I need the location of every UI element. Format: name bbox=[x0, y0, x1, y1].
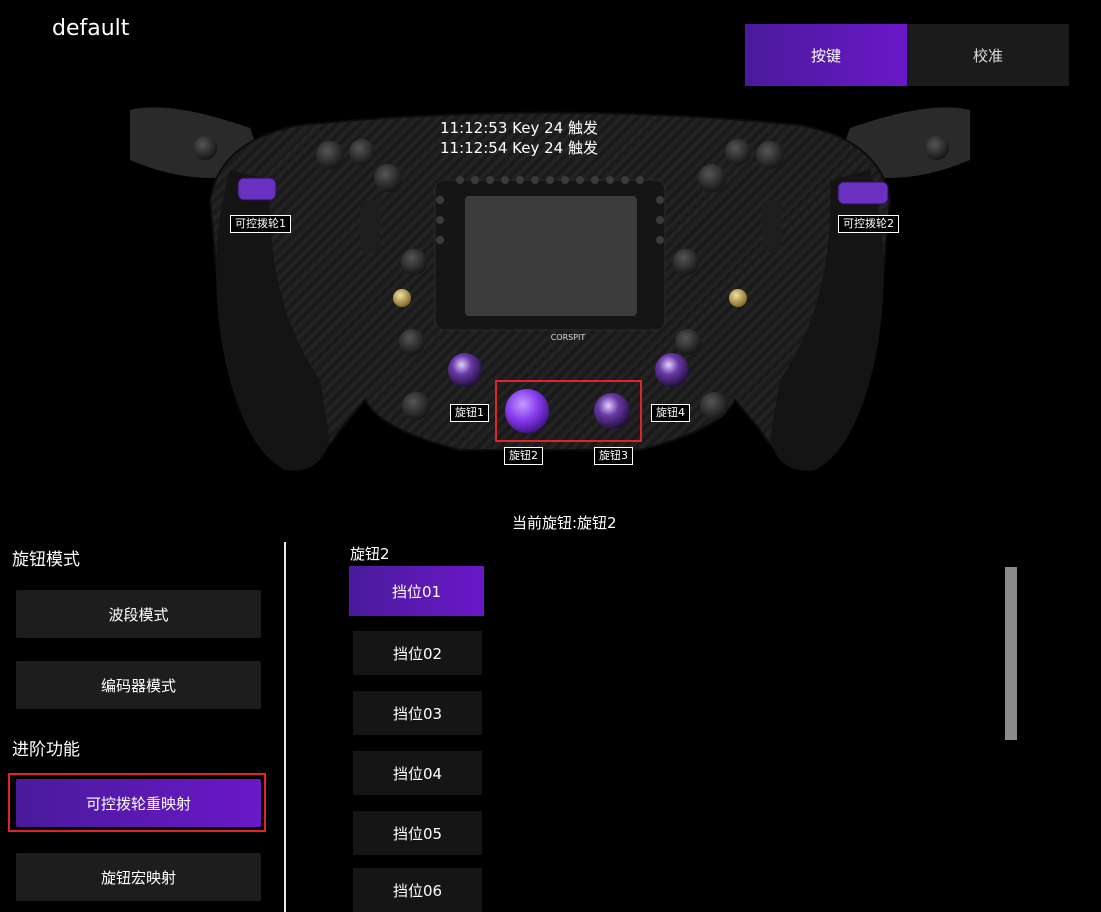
panel-divider bbox=[284, 542, 286, 912]
position-item[interactable]: 挡位04 bbox=[353, 751, 482, 795]
wheel-display bbox=[465, 196, 637, 316]
label-paddle-2[interactable]: 可控拨轮2 bbox=[838, 215, 899, 233]
controllable-paddle-2 bbox=[837, 181, 889, 205]
brand-logo: CORSPIT bbox=[551, 333, 586, 342]
steering-wheel-illustration: CORSPIT bbox=[130, 107, 970, 471]
band-mode-button[interactable]: 波段模式 bbox=[16, 590, 261, 638]
label-knob-4[interactable]: 旋钮4 bbox=[651, 404, 690, 422]
knob-3 bbox=[594, 393, 630, 429]
controllable-paddle-1 bbox=[237, 177, 277, 201]
position-item[interactable]: 挡位03 bbox=[353, 691, 482, 735]
label-knob-2[interactable]: 旋钮2 bbox=[504, 447, 543, 465]
event-log: 11:12:53 Key 24 触发 11:12:54 Key 24 触发 bbox=[440, 118, 598, 158]
position-item[interactable]: 挡位05 bbox=[353, 811, 482, 855]
knob-macro-button[interactable]: 旋钮宏映射 bbox=[16, 853, 261, 901]
steering-wheel-view: CORSPIT 可控拨轮1 可控拨轮2 旋钮1 旋钮2 旋钮3 旋钮4 bbox=[0, 0, 1101, 510]
label-knob-3[interactable]: 旋钮3 bbox=[594, 447, 633, 465]
remap-highlight-frame bbox=[8, 773, 266, 832]
current-knob-indicator: 当前旋钮:旋钮2 bbox=[512, 514, 617, 532]
label-paddle-1[interactable]: 可控拨轮1 bbox=[230, 215, 291, 233]
position-item[interactable]: 挡位01 bbox=[349, 566, 484, 616]
encoder-mode-button[interactable]: 编码器模式 bbox=[16, 661, 261, 709]
position-item[interactable]: 挡位02 bbox=[353, 631, 482, 675]
advanced-title: 进阶功能 bbox=[12, 740, 80, 760]
knob-1 bbox=[448, 353, 482, 387]
label-knob-1[interactable]: 旋钮1 bbox=[450, 404, 489, 422]
position-list-title: 旋钮2 bbox=[350, 545, 390, 563]
position-item[interactable]: 挡位06 bbox=[353, 868, 482, 912]
event-log-line: 11:12:53 Key 24 触发 bbox=[440, 119, 598, 137]
event-log-line: 11:12:54 Key 24 触发 bbox=[440, 139, 598, 157]
knob-4 bbox=[655, 353, 689, 387]
scrollbar-thumb[interactable] bbox=[1005, 567, 1017, 740]
knob-mode-title: 旋钮模式 bbox=[12, 550, 80, 570]
knob-2 bbox=[505, 389, 549, 433]
